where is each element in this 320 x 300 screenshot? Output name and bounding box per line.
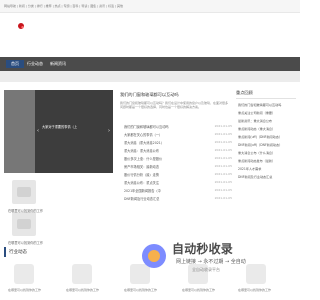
featured-title[interactable]: 我们的门窗和玻璃都可以互动吗 xyxy=(120,92,179,98)
news-item[interactable]: 我们的门窗和玻璃都可以互动吗 2021-01-05 xyxy=(120,124,232,132)
slider-left-panel xyxy=(4,90,35,173)
news-date: 2021-01-05 xyxy=(214,148,232,152)
sub-strip xyxy=(0,71,300,82)
right-item-title: 重点新闻动态（重大消息） xyxy=(238,127,276,131)
right-item[interactable]: DNF新闻及行业动态汇总 xyxy=(236,174,296,182)
right-item-title: 重大消息公布（什么消息） xyxy=(238,151,276,155)
right-heading: 重点回顾 xyxy=(236,90,253,95)
news-title: 重大消息：重大消息公布 xyxy=(124,149,160,153)
news-title: 我们的门窗和玻璃都可以互动吗 xyxy=(124,125,169,129)
right-item-title: 重点新闻(uff)（DNF新闻动态） xyxy=(238,135,282,139)
main-nav: 首页 行业动态 新闻资讯 xyxy=(0,57,300,71)
news-item[interactable]: 重大消息（重大消息2021） 2021-01-05 xyxy=(120,140,232,148)
right-item-title: 最新资讯：重大消息公布 xyxy=(238,119,273,123)
top-bar: 网站导航 | 新闻 | 分类 | 排行 | 推荐 | 热点 | 专题 | 百科 … xyxy=(0,0,300,13)
news-item[interactable]: 重大消息公布：重点关注 2021-01-05 xyxy=(120,180,232,188)
watermark-logo: 自动秒收录 网上链接 → 永不过期 → 全自动 全自动收录平台 xyxy=(142,236,292,290)
right-item-title: DNF新闻(uff)（DNF新闻动态） xyxy=(238,143,283,147)
news-title: 股价多次上涨：什么是股价 xyxy=(124,157,163,161)
news-date: 2021-01-05 xyxy=(214,164,232,168)
section-accent xyxy=(4,247,6,257)
right-item[interactable]: 2021年人才需求 xyxy=(236,166,296,174)
top-bar-text: 网站导航 | 新闻 | 分类 | 排行 | 推荐 | 热点 | 专题 | 百科 … xyxy=(4,4,124,8)
watermark-title: 自动秒收录 xyxy=(172,242,234,256)
right-item[interactable]: 重点新闻动态发布（最新） xyxy=(236,158,296,166)
news-item[interactable]: 2021年全国新闻报告（中 2021-01-05 xyxy=(120,188,232,196)
right-heading-divider xyxy=(236,98,296,99)
news-item[interactable]: 股价多次上涨：什么是股价 2021-01-05 xyxy=(120,156,232,164)
news-item[interactable]: 大家都在关心的事情（一） 2021-01-05 xyxy=(120,132,232,140)
news-item[interactable]: 重大消息：重大消息公布 2021-01-05 xyxy=(120,148,232,156)
slider-caption: 大家对于重要的事情（上 xyxy=(42,125,78,129)
site-logo-icon[interactable] xyxy=(16,21,26,31)
right-item[interactable]: 我们的门窗和玻璃都可以互动吗 xyxy=(236,102,296,110)
right-item[interactable]: 重点新闻(uff)（DNF新闻动态） xyxy=(236,134,296,142)
news-item[interactable]: 股价行情分析（最）走势 2021-01-05 xyxy=(120,172,232,180)
news-date: 2021-01-05 xyxy=(214,132,232,136)
news-date: 2021-01-05 xyxy=(214,196,232,200)
thumb-image[interactable] xyxy=(12,180,36,204)
nav-item-news[interactable]: 新闻资讯 xyxy=(45,60,71,68)
right-item[interactable]: 重点新闻动态（重大消息） xyxy=(236,126,296,134)
slider-next-icon[interactable]: › xyxy=(108,128,110,134)
news-title: 重大消息公布：重点关注 xyxy=(124,181,160,185)
news-date: 2021-01-05 xyxy=(214,180,232,184)
thumb-image[interactable] xyxy=(12,212,36,236)
watermark-caption: 全自动收录平台 xyxy=(192,267,220,272)
news-item[interactable]: 房产市场相关：最新动态 2021-01-05 xyxy=(120,164,232,172)
slider-prev-icon[interactable]: ‹ xyxy=(37,128,39,134)
right-item-title: 重点关注公司新闻（重要） xyxy=(238,111,276,115)
right-item-title: 2021年人才需求 xyxy=(238,167,262,171)
news-title: 股价行情分析（最）走势 xyxy=(124,173,160,177)
news-date: 2021-01-05 xyxy=(214,188,232,192)
bottom-thumb-caption[interactable]: 在哪里可以找到你的工作 xyxy=(8,288,41,292)
right-item-title: 重点新闻动态发布（最新） xyxy=(238,159,276,163)
thumb-caption[interactable]: 在哪里可以找到你的工作 xyxy=(8,240,43,245)
right-item[interactable]: DNF新闻(uff)（DNF新闻动态） xyxy=(236,142,296,150)
news-title: 房产市场相关：最新动态 xyxy=(124,165,160,169)
news-title: DNF新闻及行业动态汇总 xyxy=(124,197,160,201)
featured-slider[interactable]: 大家对于重要的事情（上 ‹ › xyxy=(4,90,113,173)
news-date: 2021-01-05 xyxy=(214,140,232,144)
news-date: 2021-01-05 xyxy=(214,172,232,176)
news-date: 2021-01-05 xyxy=(214,124,232,128)
news-title: 2021年全国新闻报告（中 xyxy=(124,189,161,193)
right-item[interactable]: 重大消息公布（什么消息） xyxy=(236,150,296,158)
thumb-caption[interactable]: 在哪里可以找到你的工作 xyxy=(8,208,43,213)
watermark-subtitle: 网上链接 → 永不过期 → 全自动 xyxy=(176,259,246,265)
watermark-badge-icon xyxy=(142,244,166,268)
right-item-title: DNF新闻及行业动态汇总 xyxy=(238,175,273,179)
bottom-thumb-image[interactable] xyxy=(72,264,92,284)
news-item[interactable]: DNF新闻及行业动态汇总 2021-01-05 xyxy=(120,196,232,204)
featured-desc: 我们的门窗和玻璃都可以互动吗？我们在设计中使用的窗户以及玻璃，在面对很多问题时都… xyxy=(120,101,229,109)
news-title: 重大消息（重大消息2021） xyxy=(124,141,164,145)
bottom-thumb-image[interactable] xyxy=(14,264,34,284)
news-date: 2021-01-05 xyxy=(214,156,232,160)
news-title: 大家都在关心的事情（一） xyxy=(124,133,163,137)
bottom-thumb-caption[interactable]: 在哪里可以找到你的工作 xyxy=(66,288,99,292)
right-item[interactable]: 重点关注公司新闻（重要） xyxy=(236,110,296,118)
section-title: 行业动态 xyxy=(9,250,27,255)
right-item[interactable]: 最新资讯：重大消息公布 xyxy=(236,118,296,126)
right-item-title: 我们的门窗和玻璃都可以互动吗 xyxy=(238,103,282,107)
